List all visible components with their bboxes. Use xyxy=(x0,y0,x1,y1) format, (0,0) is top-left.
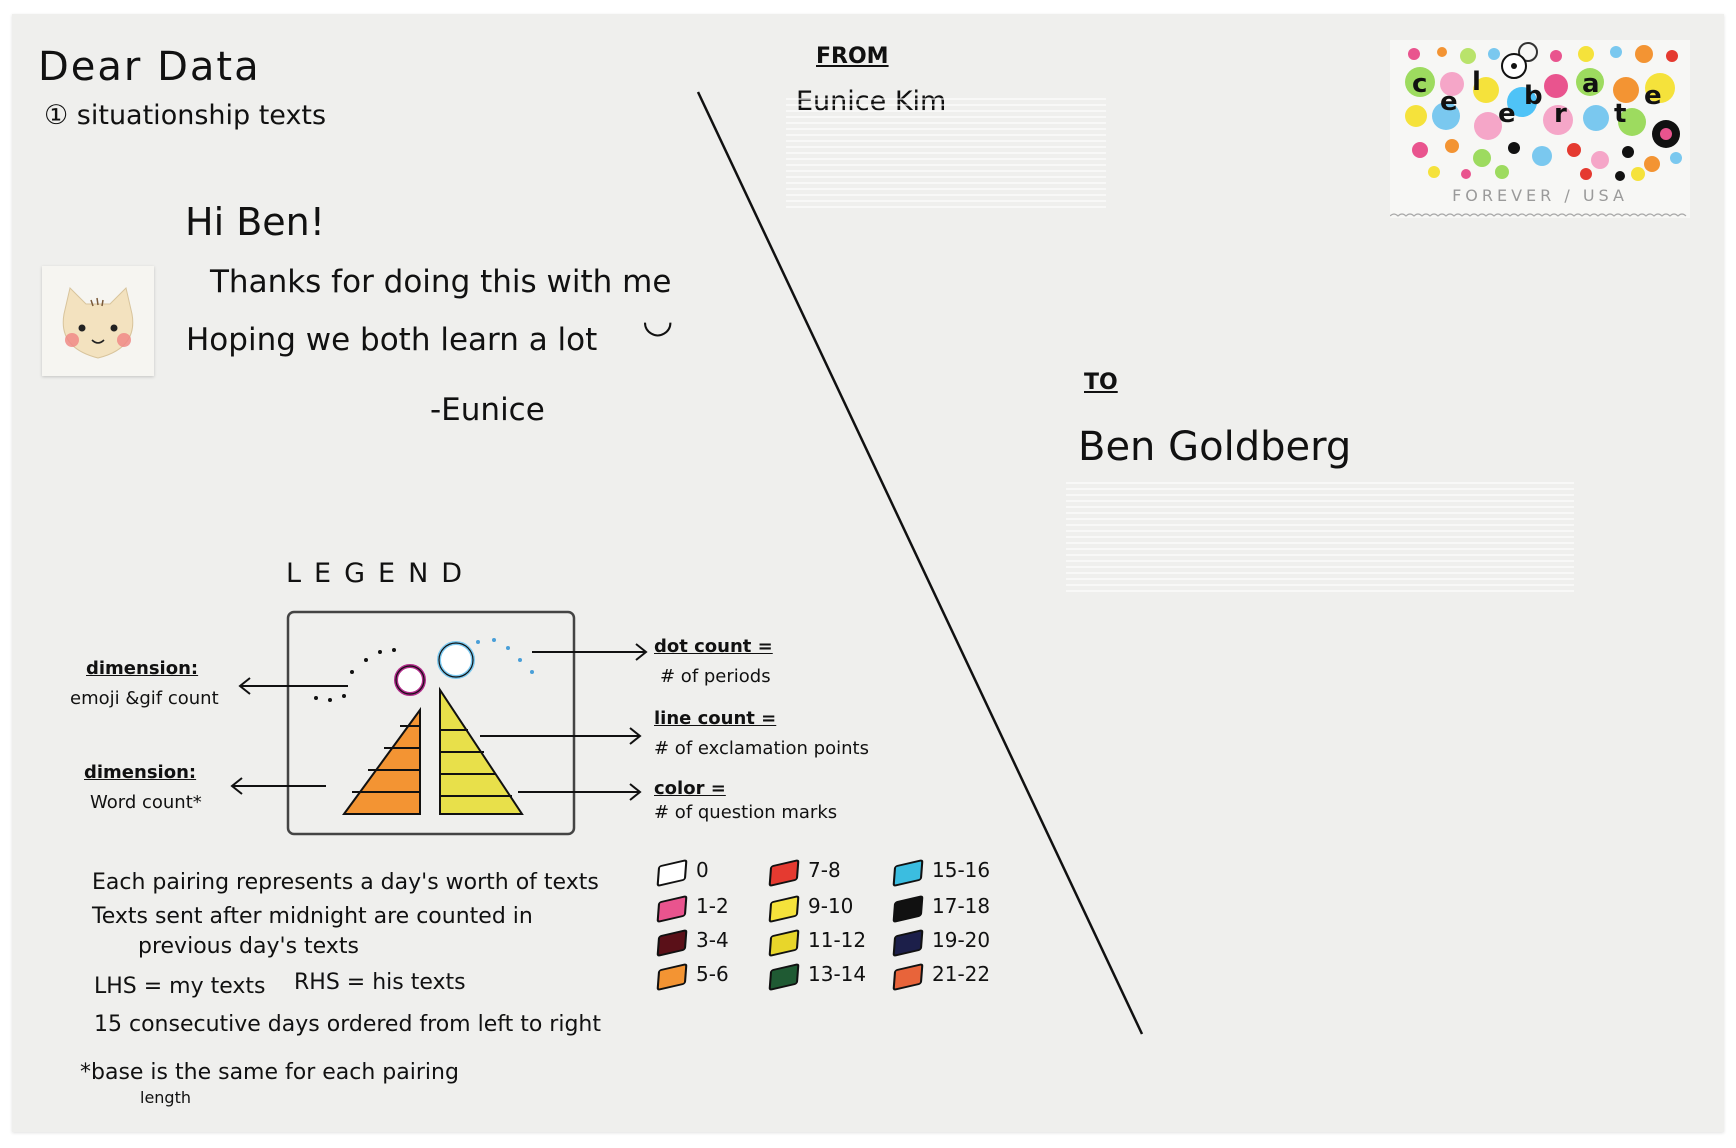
color-key-item: 11-12 xyxy=(768,928,867,957)
color-key-label: 19-20 xyxy=(932,928,991,952)
legend-emoji-desc: emoji &gif count xyxy=(70,688,219,709)
note-pairing: Each pairing represents a day's worth of… xyxy=(92,870,599,895)
color-key-label: 0 xyxy=(696,858,709,882)
color-key-item: 17-18 xyxy=(892,894,991,923)
legend-color-heading: color = xyxy=(654,778,726,799)
color-swatch xyxy=(892,894,924,923)
note-base-same: *base is the same for each pairing xyxy=(80,1060,459,1085)
color-swatch xyxy=(656,858,688,887)
legend-line-heading: line count = xyxy=(654,708,777,729)
legend-dot-heading: dot count = xyxy=(654,636,773,657)
legend-dot-desc: # of periods xyxy=(660,666,771,687)
color-swatch xyxy=(768,858,800,887)
color-key-item: 1-2 xyxy=(656,894,729,923)
color-key-label: 17-18 xyxy=(932,894,991,918)
note-base-length: length xyxy=(140,1088,191,1107)
color-key-label: 15-16 xyxy=(932,858,991,882)
note-previous-day: previous day's texts xyxy=(138,934,359,959)
color-key-label: 3-4 xyxy=(696,928,729,952)
legend-line-desc: # of exclamation points xyxy=(654,738,869,759)
color-key-label: 1-2 xyxy=(696,894,729,918)
color-key-item: 19-20 xyxy=(892,928,991,957)
color-key-item: 15-16 xyxy=(892,858,991,887)
color-swatch xyxy=(768,894,800,923)
color-key-item: 3-4 xyxy=(656,928,729,957)
note-rhs: RHS = his texts xyxy=(294,970,466,995)
color-swatch xyxy=(892,928,924,957)
color-swatch xyxy=(656,962,688,991)
legend-color-desc: # of question marks xyxy=(654,802,838,823)
legend-emoji-heading: dimension: xyxy=(86,658,199,679)
color-key-label: 9-10 xyxy=(808,894,854,918)
color-swatch xyxy=(768,962,800,991)
note-lhs: LHS = my texts xyxy=(94,974,266,999)
note-midnight: Texts sent after midnight are counted in xyxy=(92,904,533,929)
legend-wordcount-desc: Word count* xyxy=(90,792,202,813)
color-key-label: 7-8 xyxy=(808,858,841,882)
color-key-item: 7-8 xyxy=(768,858,841,887)
color-key-label: 11-12 xyxy=(808,928,867,952)
color-swatch xyxy=(656,894,688,923)
color-key-label: 21-22 xyxy=(932,962,991,986)
color-key-item: 21-22 xyxy=(892,962,991,991)
color-swatch xyxy=(892,962,924,991)
color-key-label: 5-6 xyxy=(696,962,729,986)
color-swatch xyxy=(656,928,688,957)
color-swatch xyxy=(768,928,800,957)
color-key-item: 0 xyxy=(656,858,709,887)
color-key-item: 5-6 xyxy=(656,962,729,991)
color-key-label: 13-14 xyxy=(808,962,867,986)
color-key-item: 13-14 xyxy=(768,962,867,991)
color-key-item: 9-10 xyxy=(768,894,854,923)
color-swatch xyxy=(892,858,924,887)
legend-wordcount-heading: dimension: xyxy=(84,762,197,783)
note-consecutive-days: 15 consecutive days ordered from left to… xyxy=(94,1012,601,1037)
